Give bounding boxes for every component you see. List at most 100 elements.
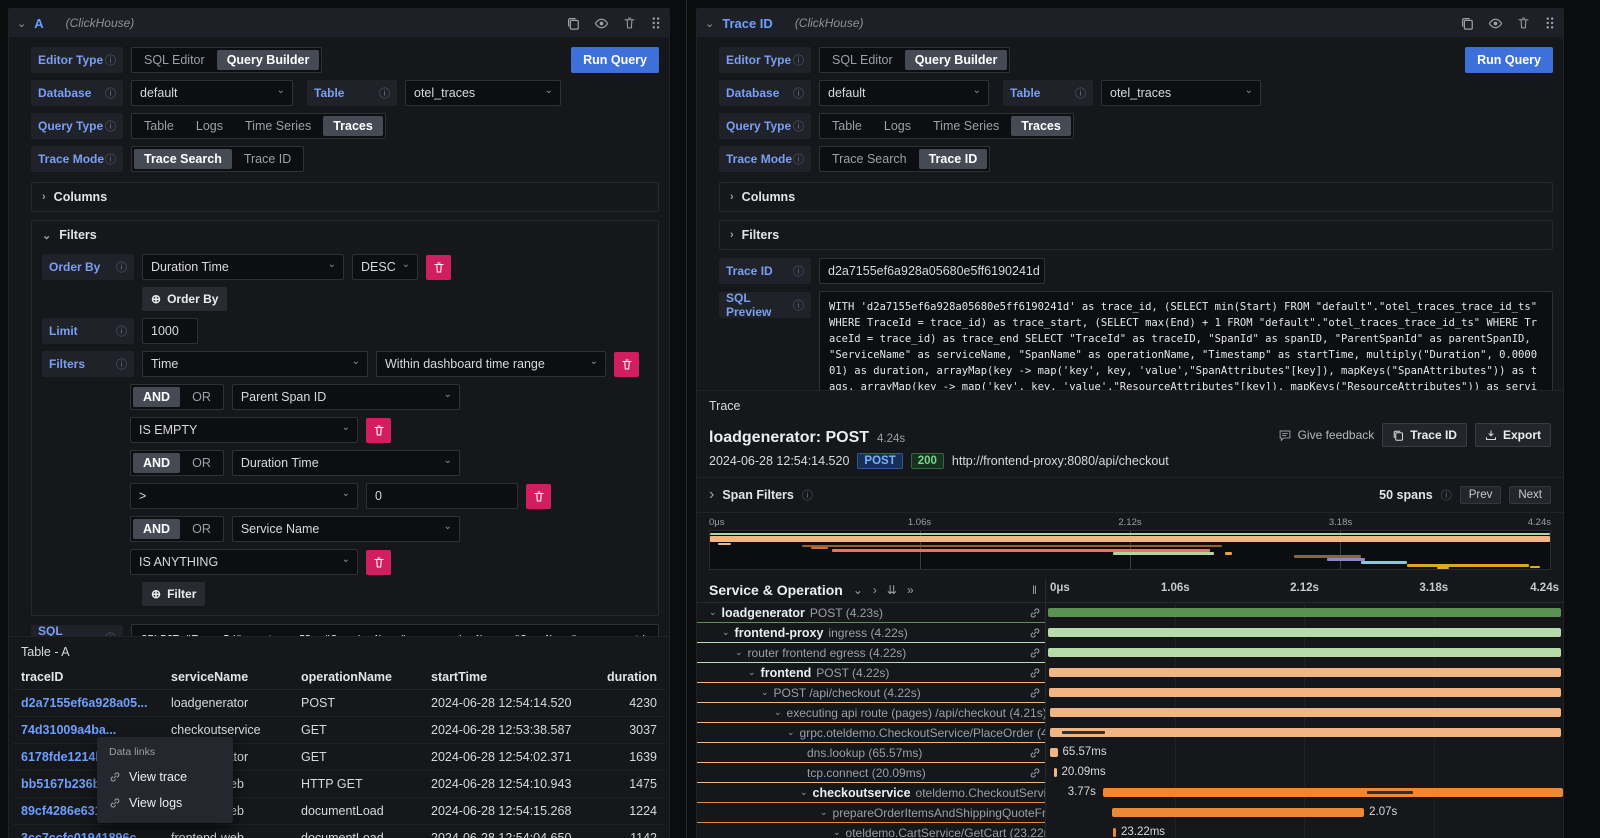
query-type-logs[interactable]: Logs [874, 116, 921, 136]
drag-handle-icon[interactable] [650, 16, 661, 30]
span-link-icon[interactable] [1029, 647, 1041, 659]
span-row[interactable]: ⌄checkoutserviceoteldemo.CheckoutService… [697, 783, 1563, 803]
trace-search-option[interactable]: Trace Search [134, 149, 232, 169]
or-option[interactable]: OR [182, 453, 221, 473]
span-link-icon[interactable] [1029, 627, 1041, 639]
filters-section[interactable]: ›Filters [719, 220, 1553, 250]
view-trace-link[interactable]: View trace [97, 764, 233, 790]
query-builder-option[interactable]: Query Builder [217, 50, 320, 70]
span-row[interactable]: ⌄router frontend egress (4.22s) [697, 643, 1563, 663]
and-option[interactable]: AND [133, 453, 180, 473]
order-by-field-select[interactable]: Duration Time⌄ [142, 254, 344, 280]
table-select[interactable]: otel_traces⌄ [405, 80, 561, 106]
span-row[interactable]: dns.lookup (65.57ms) 65.57ms [697, 743, 1563, 763]
delete-query-icon[interactable] [623, 16, 636, 30]
trace-link[interactable]: d2a7155ef6a928a05... [13, 690, 163, 717]
hide-query-icon[interactable] [1488, 16, 1503, 31]
col-header-servicename[interactable]: serviceName [163, 665, 293, 690]
trace-id-option[interactable]: Trace ID [234, 149, 301, 169]
query-type-time-series[interactable]: Time Series [235, 116, 321, 136]
columns-section[interactable]: ›Columns [31, 182, 659, 212]
col-header-operationname[interactable]: operationName [293, 665, 423, 690]
run-query-button[interactable]: Run Query [1465, 47, 1553, 73]
next-button[interactable]: Next [1509, 486, 1551, 504]
query-title[interactable]: A [34, 16, 43, 31]
and-option[interactable]: AND [133, 387, 180, 407]
add-filter-button[interactable]: ⊕Filter [142, 582, 205, 606]
span-link-icon[interactable] [1029, 687, 1041, 699]
col-header-starttime[interactable]: startTime [423, 665, 583, 690]
table-select[interactable]: otel_traces⌄ [1101, 80, 1261, 106]
span-link-icon[interactable] [1029, 607, 1041, 619]
delete-query-icon[interactable] [1517, 16, 1530, 30]
column-resize-handle[interactable]: ‖ [1032, 583, 1037, 597]
trace-link[interactable]: 3cc7ccfc01941896c... [13, 825, 163, 838]
query-type-traces[interactable]: Traces [323, 116, 383, 136]
span-filters-label[interactable]: Span Filters [722, 488, 794, 502]
condition2-value-input[interactable]: 0 [366, 483, 518, 509]
query-type-table[interactable]: Table [134, 116, 184, 136]
span-link-icon[interactable] [1029, 667, 1041, 679]
hide-query-icon[interactable] [594, 16, 609, 31]
remove-condition1-button[interactable] [366, 418, 391, 443]
give-feedback-button[interactable]: Give feedback [1278, 428, 1375, 442]
limit-input[interactable]: 1000 [142, 318, 198, 344]
query-type-table[interactable]: Table [822, 116, 872, 136]
span-row[interactable]: ⌄prepareOrderItemsAndShippingQuoteFromCa… [697, 803, 1563, 823]
query-header-traceid[interactable]: ⌄ Trace ID (ClickHouse) [697, 9, 1563, 37]
span-row[interactable]: ⌄frontend-proxyingress (4.22s) [697, 623, 1563, 643]
span-row[interactable]: ⌄frontendPOST (4.22s) [697, 663, 1563, 683]
condition2-field-select[interactable]: Duration Time⌄ [232, 450, 460, 476]
duplicate-query-icon[interactable] [566, 16, 580, 30]
remove-condition3-button[interactable] [366, 550, 391, 575]
span-filters-chevron-icon[interactable]: › [709, 486, 714, 504]
prev-button[interactable]: Prev [1460, 486, 1502, 504]
condition3-field-select[interactable]: Service Name⌄ [232, 516, 460, 542]
condition2-op-select[interactable]: >⌄ [130, 483, 358, 509]
database-select[interactable]: default⌄ [131, 80, 293, 106]
col-header-duration[interactable]: duration [583, 665, 665, 690]
remove-condition2-button[interactable] [526, 484, 551, 509]
span-link-icon[interactable] [1029, 747, 1041, 759]
span-row[interactable]: ⌄oteldemo.CartService/GetCart (23.22ms) … [697, 823, 1563, 838]
run-query-button[interactable]: Run Query [571, 47, 659, 73]
duplicate-query-icon[interactable] [1460, 16, 1474, 30]
trace-minimap[interactable] [709, 530, 1551, 570]
trace-id-option[interactable]: Trace ID [919, 149, 988, 169]
query-type-logs[interactable]: Logs [186, 116, 233, 136]
collapse-chevron-icon[interactable]: ⌄ [705, 17, 714, 30]
span-row[interactable]: tcp.connect (20.09ms) 20.09ms [697, 763, 1563, 783]
database-select[interactable]: default⌄ [819, 80, 989, 106]
query-type-time-series[interactable]: Time Series [923, 116, 1009, 136]
query-title[interactable]: Trace ID [722, 16, 773, 31]
condition1-field-select[interactable]: Parent Span ID⌄ [232, 384, 460, 410]
query-header-a[interactable]: ⌄ A (ClickHouse) [9, 9, 669, 37]
condition3-op-select[interactable]: IS ANYTHING⌄ [130, 549, 358, 575]
collapse-one-icon[interactable]: ⌄ [853, 583, 863, 597]
columns-section[interactable]: ›Columns [719, 182, 1553, 212]
filters-section-header[interactable]: ⌄Filters [42, 228, 648, 242]
trace-search-option[interactable]: Trace Search [822, 149, 917, 169]
condition1-op-select[interactable]: IS EMPTY⌄ [130, 417, 358, 443]
expand-one-icon[interactable]: › [873, 583, 877, 597]
span-row[interactable]: ⌄POST /api/checkout (4.22s) [697, 683, 1563, 703]
trace-id-input[interactable]: d2a7155ef6a928a05680e5ff6190241d [819, 258, 1045, 284]
sql-editor-option[interactable]: SQL Editor [134, 50, 215, 70]
collapse-all-icon[interactable]: ⇊ [887, 583, 897, 597]
or-option[interactable]: OR [182, 387, 221, 407]
col-header-traceid[interactable]: traceID [13, 665, 163, 690]
export-button[interactable]: Export [1475, 423, 1551, 447]
order-direction-select[interactable]: DESC⌄ [352, 254, 418, 280]
span-row[interactable]: ⌄executing api route (pages) /api/checko… [697, 703, 1563, 723]
remove-time-filter-button[interactable] [614, 352, 639, 377]
sql-editor-option[interactable]: SQL Editor [822, 50, 903, 70]
collapse-chevron-icon[interactable]: ⌄ [17, 17, 26, 30]
expand-all-icon[interactable]: » [907, 583, 914, 597]
query-type-traces[interactable]: Traces [1011, 116, 1071, 136]
filter-time-value-select[interactable]: Within dashboard time range⌄ [376, 351, 606, 377]
query-builder-option[interactable]: Query Builder [905, 50, 1008, 70]
remove-order-by-button[interactable] [426, 255, 451, 280]
and-option[interactable]: AND [133, 519, 180, 539]
view-logs-link[interactable]: View logs [97, 790, 233, 816]
add-order-by-button[interactable]: ⊕Order By [142, 287, 227, 311]
